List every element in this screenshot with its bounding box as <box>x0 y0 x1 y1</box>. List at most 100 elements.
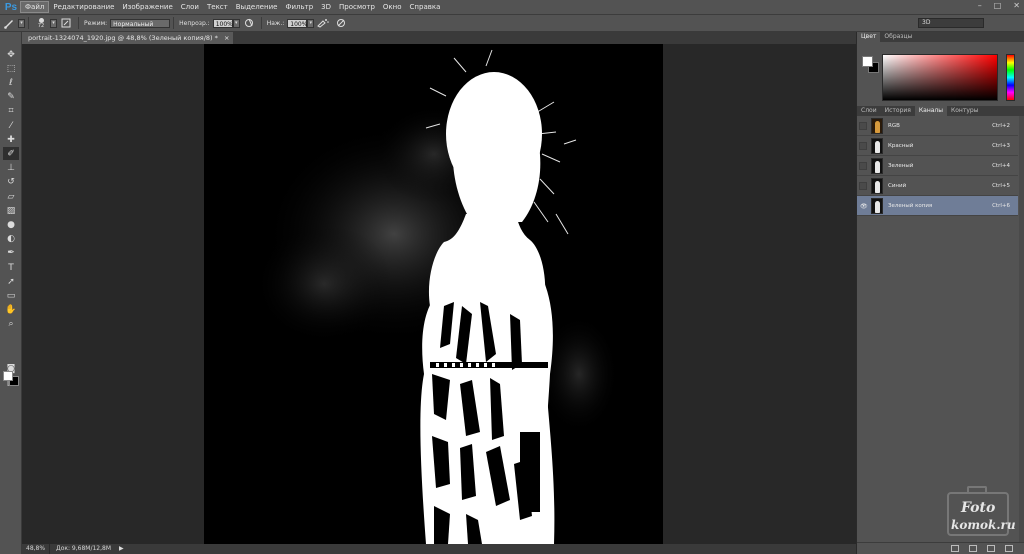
channel-shortcut: Ctrl+4 <box>992 163 1010 169</box>
menu-filter[interactable]: Фильтр <box>281 1 317 13</box>
color-spectrum-field[interactable] <box>882 54 998 101</box>
brush-panel-icon[interactable] <box>59 16 73 30</box>
pen-tool-icon[interactable]: ✒ <box>3 247 19 260</box>
airbrush-icon[interactable] <box>316 16 330 30</box>
tab-history[interactable]: История <box>881 106 915 116</box>
figure-silhouette-icon <box>875 121 880 133</box>
pressure-opacity-icon[interactable] <box>242 16 256 30</box>
visibility-eye-icon[interactable]: 👁 <box>859 202 868 210</box>
watermark-line2: komok.ru <box>951 518 1016 532</box>
menu-image[interactable]: Изображение <box>118 1 176 13</box>
gradient-tool-icon[interactable]: ▨ <box>3 204 19 217</box>
tools-panel: ✥⬚ℓ✎⌗⁄✚✐⊥↺▱▨●◐✒T➚▭✋⌕◙▣ <box>0 32 22 554</box>
brush-tool-icon[interactable]: ✐ <box>3 147 19 161</box>
options-divider <box>28 17 29 29</box>
opacity-dropdown[interactable]: ▾ <box>232 18 240 28</box>
options-divider <box>260 17 262 29</box>
zoom-tool-icon[interactable]: ⌕ <box>3 318 19 331</box>
healing-tool-icon[interactable]: ✚ <box>3 133 19 146</box>
foreground-color-swatch[interactable] <box>3 371 13 381</box>
lasso-tool-icon[interactable]: ℓ <box>3 76 19 89</box>
channel-row[interactable]: Синий Ctrl+5 <box>857 176 1018 196</box>
figure-silhouette-icon <box>875 201 880 213</box>
workspace <box>22 44 856 544</box>
tab-swatches[interactable]: Образцы <box>880 32 916 42</box>
status-menu-arrow[interactable]: ▶ <box>119 544 124 554</box>
menu-select[interactable]: Выделение <box>232 1 282 13</box>
zoom-level[interactable]: 48,8% <box>22 544 50 554</box>
visibility-eye-icon[interactable] <box>859 142 867 150</box>
pressure-label: Наж.: <box>266 19 285 27</box>
panel-foreground-swatch[interactable] <box>862 56 873 67</box>
tab-layers[interactable]: Слои <box>857 106 881 116</box>
channel-shortcut: Ctrl+5 <box>992 183 1010 189</box>
new-channel-button[interactable] <box>987 545 995 552</box>
brush-size-dropdown[interactable]: ▾ <box>50 18 57 28</box>
minimize-button[interactable]: – <box>978 1 982 10</box>
crop-tool-icon[interactable]: ⌗ <box>3 105 19 118</box>
tab-color[interactable]: Цвет <box>857 32 881 42</box>
document-tab[interactable]: portrait-1324074_1920.jpg @ 48,8% (Зелен… <box>22 32 234 44</box>
mode-select[interactable]: Нормальный <box>110 18 171 28</box>
menu-edit[interactable]: Редактирование <box>49 1 118 13</box>
close-window-button[interactable]: ✕ <box>1013 1 1020 10</box>
menu-view[interactable]: Просмотр <box>335 1 379 13</box>
color-panel <box>857 42 1024 106</box>
workspace-select[interactable]: 3D <box>918 18 984 28</box>
load-selection-button[interactable] <box>951 545 959 552</box>
delete-channel-button[interactable] <box>1005 545 1013 552</box>
visibility-eye-icon[interactable] <box>859 162 867 170</box>
menu-help[interactable]: Справка <box>406 1 445 13</box>
channel-row[interactable]: RGB Ctrl+2 <box>857 116 1018 136</box>
channel-row[interactable]: 👁 Зеленый копия Ctrl+6 <box>857 196 1018 216</box>
channel-thumbnail <box>871 198 883 214</box>
opacity-input[interactable]: 100% <box>212 18 233 28</box>
pressure-size-icon[interactable] <box>334 16 348 30</box>
shape-tool-icon[interactable]: ▭ <box>3 289 19 302</box>
maximize-button[interactable]: □ <box>994 1 1002 10</box>
document-size: Док: 9,68M/12,8M <box>56 545 112 552</box>
hand-tool-icon[interactable]: ✋ <box>3 304 19 317</box>
opacity-label: Непрозр.: <box>179 19 210 27</box>
menu-window[interactable]: Окно <box>379 1 406 13</box>
menu-3d[interactable]: 3D <box>317 1 335 13</box>
channel-row[interactable]: Красный Ctrl+3 <box>857 136 1018 156</box>
tab-channels[interactable]: Каналы <box>914 106 947 116</box>
tab-paths[interactable]: Контуры <box>947 106 982 116</box>
options-divider <box>78 17 79 29</box>
path-select-tool-icon[interactable]: ➚ <box>3 275 19 288</box>
brush-size-picker[interactable]: 72 <box>34 16 48 30</box>
channel-thumbnail <box>871 118 883 134</box>
save-selection-button[interactable] <box>969 545 977 552</box>
quick-select-tool-icon[interactable]: ✎ <box>3 91 19 104</box>
dodge-tool-icon[interactable]: ◐ <box>3 233 19 246</box>
menu-file[interactable]: Файл <box>20 1 50 13</box>
brush-preset-icon[interactable] <box>2 16 16 30</box>
eyedropper-tool-icon[interactable]: ⁄ <box>3 119 19 132</box>
visibility-eye-icon[interactable] <box>859 122 867 130</box>
layers-panel-tabs: Слои История Каналы Контуры <box>857 106 1024 116</box>
marquee-tool-icon[interactable]: ⬚ <box>3 62 19 75</box>
document-canvas[interactable] <box>204 44 663 544</box>
watermark-line1: Foto <box>961 500 996 516</box>
type-tool-icon[interactable]: T <box>3 261 19 274</box>
move-tool-icon[interactable]: ✥ <box>3 48 19 61</box>
clone-stamp-tool-icon[interactable]: ⊥ <box>3 162 19 175</box>
hue-slider[interactable] <box>1006 54 1015 101</box>
visibility-eye-icon[interactable] <box>859 182 867 190</box>
channel-row[interactable]: Зеленый Ctrl+4 <box>857 156 1018 176</box>
eraser-tool-icon[interactable]: ▱ <box>3 190 19 203</box>
blur-tool-icon[interactable]: ● <box>3 218 19 231</box>
figure-silhouette-icon <box>875 181 880 193</box>
window-controls: – □ ✕ <box>978 1 1020 10</box>
document-tab-close[interactable]: × <box>224 34 229 42</box>
history-brush-tool-icon[interactable]: ↺ <box>3 176 19 189</box>
menu-type[interactable]: Текст <box>203 1 232 13</box>
pressure-dropdown[interactable]: ▾ <box>307 18 315 28</box>
document-tab-title: portrait-1324074_1920.jpg @ 48,8% (Зелен… <box>28 34 218 42</box>
app-logo: Ps <box>4 1 18 13</box>
channels-scrollbar[interactable] <box>1019 116 1024 542</box>
pressure-input[interactable]: 100% <box>287 18 307 28</box>
menu-layers[interactable]: Слои <box>177 1 203 13</box>
tool-preset-dropdown[interactable]: ▾ <box>18 18 25 28</box>
